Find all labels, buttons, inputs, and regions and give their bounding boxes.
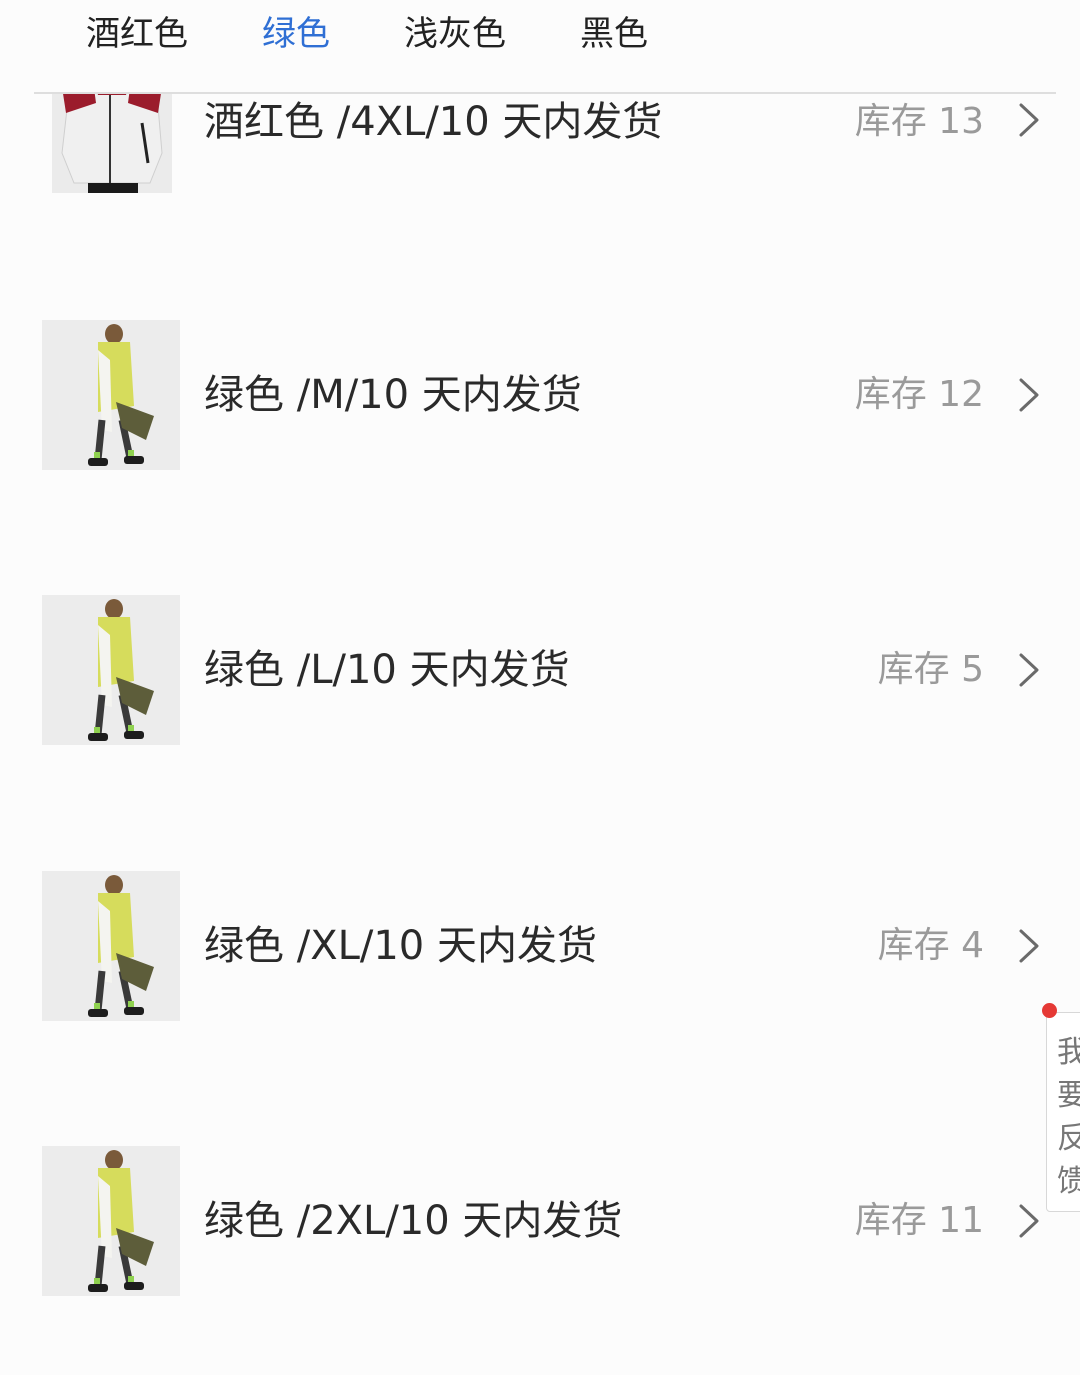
sku-row-green-xl[interactable]: 绿色 /XL/10 天内发货 库存 4	[0, 866, 1080, 1026]
color-tab-bar: 酒红色 绿色 浅灰色 黑色	[0, 0, 1080, 92]
green-jacket-thumbnail	[42, 871, 180, 1021]
chevron-right-icon	[1019, 929, 1039, 963]
sku-label: 绿色 /2XL/10 天内发货	[204, 1198, 623, 1244]
green-jacket-thumbnail	[42, 1146, 180, 1296]
tab-wine-red[interactable]: 酒红色	[86, 12, 188, 56]
notification-dot	[1042, 1003, 1057, 1018]
green-jacket-thumbnail	[42, 595, 180, 745]
tab-light-gray[interactable]: 浅灰色	[404, 12, 506, 56]
chevron-right-icon	[1019, 653, 1039, 687]
sku-row-green-2xl[interactable]: 绿色 /2XL/10 天内发货 库存 11	[0, 1141, 1080, 1301]
sku-row-green-m[interactable]: 绿色 /M/10 天内发货 库存 12	[0, 315, 1080, 475]
tab-divider	[34, 92, 1056, 94]
stock-count: 库存 5	[877, 649, 984, 690]
sku-label: 绿色 /L/10 天内发货	[204, 647, 570, 693]
tab-black[interactable]: 黑色	[580, 12, 648, 56]
sku-selection-page: 酒红色 绿色 浅灰色 黑色 酒红色 /4XL/10 天内发货 库存 13 绿色 …	[0, 0, 1080, 1375]
sku-label: 酒红色 /4XL/10 天内发货	[204, 99, 663, 145]
feedback-button[interactable]: 我要反馈	[1046, 1012, 1080, 1212]
tab-green[interactable]: 绿色	[262, 12, 330, 56]
chevron-right-icon	[1019, 378, 1039, 412]
chevron-right-icon	[1019, 1204, 1039, 1238]
feedback-label: 我要反馈	[1057, 1035, 1080, 1199]
stock-count: 库存 4	[877, 925, 984, 966]
sku-label: 绿色 /XL/10 天内发货	[204, 923, 597, 969]
stock-count: 库存 12	[854, 374, 984, 415]
sku-row-green-l[interactable]: 绿色 /L/10 天内发货 库存 5	[0, 590, 1080, 750]
green-jacket-thumbnail	[42, 320, 180, 470]
stock-count: 库存 13	[854, 101, 984, 142]
sku-label: 绿色 /M/10 天内发货	[204, 372, 582, 418]
stock-count: 库存 11	[854, 1200, 984, 1241]
chevron-right-icon	[1019, 103, 1039, 137]
